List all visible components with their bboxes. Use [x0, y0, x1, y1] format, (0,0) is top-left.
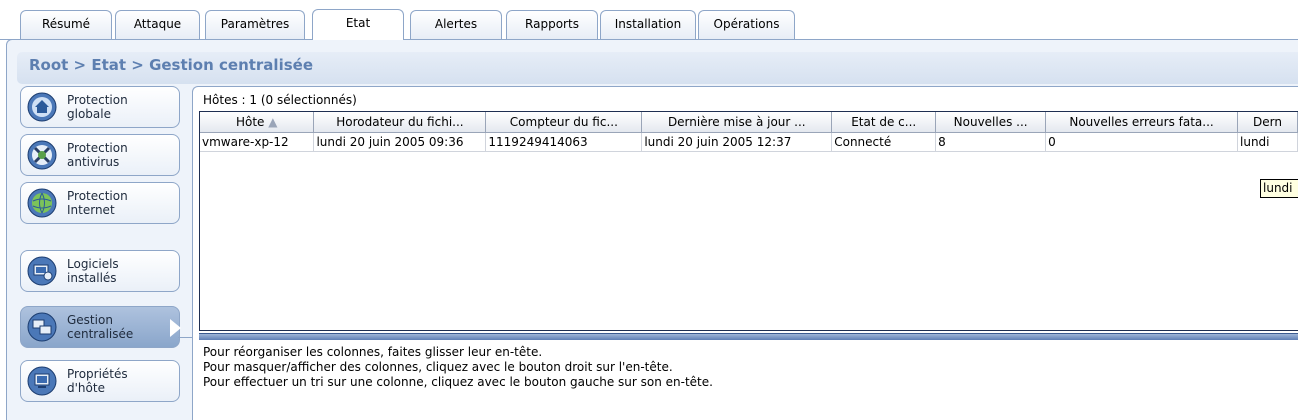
sidebar-item-label: Protection globale: [67, 93, 128, 121]
cell-nouvelles: 8: [935, 132, 1047, 152]
help-line: Pour masquer/afficher des colonnes, cliq…: [203, 360, 673, 374]
sidebar-item-label: Protection Internet: [67, 189, 128, 217]
sidebar-item-label: Protection antivirus: [67, 141, 128, 169]
pane-splitter[interactable]: [199, 333, 1298, 340]
cell-etat: Connecté: [831, 132, 937, 152]
management-icon: [27, 312, 57, 342]
column-header-etat[interactable]: Etat de c...: [831, 112, 937, 133]
tab-operations[interactable]: Opérations: [698, 10, 795, 39]
help-line: Pour effectuer un tri sur une colonne, c…: [203, 375, 713, 389]
help-line: Pour réorganiser les colonnes, faites gl…: [203, 345, 543, 359]
sidebar-item-label: Propriétés d'hôte: [67, 367, 128, 395]
sidebar-item-label: Logiciels installés: [67, 257, 119, 285]
sidebar-item-proprietes-hote[interactable]: Propriétés d'hôte: [20, 360, 180, 402]
cell-horodateur: lundi 20 juin 2005 09:36: [313, 132, 487, 152]
column-header-nouvelles[interactable]: Nouvelles ...: [935, 112, 1047, 133]
column-header-horodateur[interactable]: Horodateur du fichi...: [313, 112, 487, 133]
column-header-hote[interactable]: Hôte ▲: [200, 112, 315, 133]
tab-label: Installation: [614, 17, 682, 31]
breadcrumb: Root > Etat > Gestion centralisée: [29, 56, 313, 74]
tab-label: Opérations: [713, 17, 780, 31]
column-header-nouvelles-erreurs[interactable]: Nouvelles erreurs fata...: [1045, 112, 1238, 133]
tab-label: Attaque: [133, 17, 182, 31]
tab-rapports[interactable]: Rapports: [506, 10, 598, 39]
sidebar-item-protection-globale[interactable]: Protection globale: [20, 86, 180, 128]
hosts-table[interactable]: Hôte ▲ Horodateur du fichi... Compteur d…: [199, 111, 1298, 331]
cell-dern: lundi: [1237, 132, 1298, 152]
tab-etat[interactable]: Etat: [312, 9, 404, 40]
help-text: Pour réorganiser les colonnes, faites gl…: [203, 345, 713, 390]
tab-attaque[interactable]: Attaque: [115, 10, 200, 39]
tab-label: Rapports: [525, 17, 579, 31]
cell-nouvelles-erreurs: 0: [1045, 132, 1238, 152]
column-header-compteur[interactable]: Compteur du fic...: [485, 112, 643, 133]
sidebar-item-protection-internet[interactable]: Protection Internet: [20, 182, 180, 224]
tab-label: Paramètres: [220, 17, 290, 31]
content-area: Hôtes : 1 (0 sélectionnés) Hôte ▲ Horoda…: [192, 86, 1298, 420]
home-icon: [27, 92, 57, 122]
cell-compteur: 1119249414063: [485, 132, 643, 152]
sidebar-item-gestion-centralisee[interactable]: Gestion centralisée: [20, 306, 181, 348]
cell-derniere-mise-a-jour: lundi 20 juin 2005 12:37: [641, 132, 833, 152]
sidebar-item-label: Gestion centralisée: [67, 313, 134, 341]
tab-label: Etat: [345, 16, 371, 30]
tab-bar: Résumé Attaque Paramètres Etat Alertes R…: [0, 0, 1298, 40]
sort-ascending-icon: ▲: [268, 115, 278, 129]
breadcrumb-bar: Root > Etat > Gestion centralisée: [17, 52, 1298, 84]
table-header-row: Hôte ▲ Horodateur du fichi... Compteur d…: [200, 112, 1298, 133]
cell-hote: vmware-xp-12: [200, 132, 315, 152]
cell-tooltip: lundi: [1260, 179, 1298, 198]
sidebar-connector: [178, 337, 192, 338]
hosts-count: Hôtes : 1 (0 sélectionnés): [203, 93, 357, 107]
sidebar-item-logiciels-installes[interactable]: Logiciels installés: [20, 250, 180, 292]
tab-parametres[interactable]: Paramètres: [205, 10, 305, 39]
column-header-dern[interactable]: Dern: [1237, 112, 1298, 133]
antivirus-icon: [27, 140, 57, 170]
tab-installation[interactable]: Installation: [600, 10, 696, 39]
tab-resume[interactable]: Résumé: [20, 10, 112, 39]
sidebar: Protection globale Protection antivirus …: [20, 86, 192, 420]
globe-icon: [27, 188, 57, 218]
table-row[interactable]: vmware-xp-12 lundi 20 juin 2005 09:36 11…: [200, 132, 1298, 152]
tab-label: Alertes: [434, 17, 478, 31]
column-header-derniere-mise-a-jour[interactable]: Dernière mise à jour ...: [641, 112, 833, 133]
sidebar-item-protection-antivirus[interactable]: Protection antivirus: [20, 134, 180, 176]
software-icon: [27, 256, 57, 286]
column-header-label: Hôte: [235, 115, 265, 129]
host-properties-icon: [27, 366, 57, 396]
tab-alertes[interactable]: Alertes: [410, 10, 502, 39]
tab-label: Résumé: [41, 17, 91, 31]
active-indicator-arrow: [170, 319, 181, 337]
